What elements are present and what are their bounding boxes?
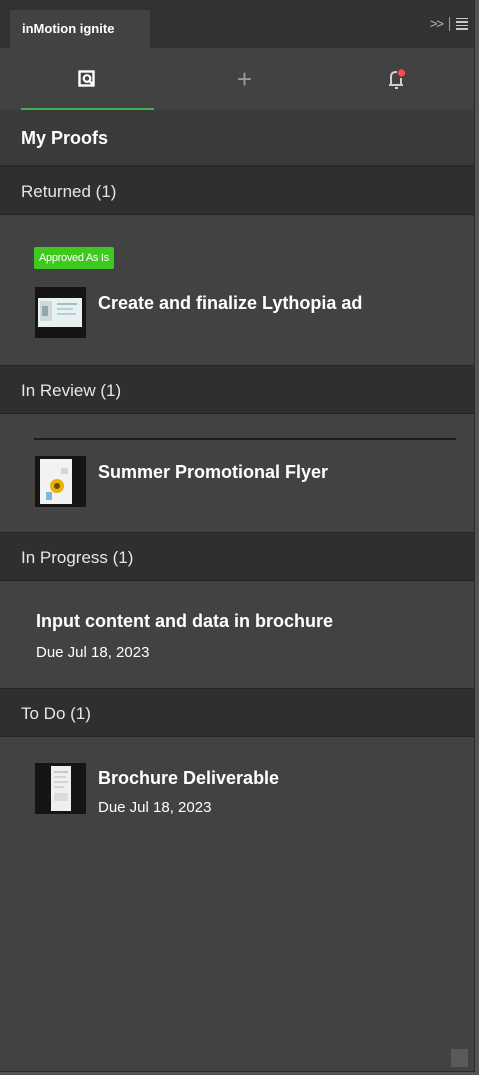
flyer-thumbnail[interactable] bbox=[35, 456, 86, 507]
task-title[interactable]: Brochure Deliverable bbox=[98, 768, 279, 789]
section-header-to-do[interactable]: To Do (1) bbox=[0, 688, 474, 737]
collapse-icon[interactable]: >> bbox=[430, 16, 444, 31]
proof-search-icon bbox=[77, 70, 95, 87]
divider bbox=[34, 438, 456, 440]
alert-dot bbox=[397, 69, 405, 77]
plus-icon: + bbox=[236, 64, 253, 94]
status-badge: Approved As Is bbox=[34, 247, 114, 269]
brochure-thumbnail-image bbox=[35, 763, 86, 814]
section-in-progress: Input content and data in brochure Due J… bbox=[0, 581, 474, 688]
bell-icon bbox=[388, 69, 405, 89]
due-date: Due Jul 18, 2023 bbox=[36, 644, 150, 661]
section-header-in-progress[interactable]: In Progress (1) bbox=[0, 532, 474, 581]
proofs-content: My Proofs Returned (1) Approved As Is Cr… bbox=[0, 110, 474, 1057]
proof-thumbnail-image bbox=[35, 287, 86, 338]
section-header-in-review[interactable]: In Review (1) bbox=[0, 365, 474, 414]
section-header-returned[interactable]: Returned (1) bbox=[0, 166, 474, 215]
task-title[interactable]: Input content and data in brochure bbox=[36, 611, 333, 632]
inmotion-panel: inMotion ignite >> + My Proofs Returned … bbox=[0, 0, 475, 1072]
resize-grip[interactable] bbox=[451, 1049, 468, 1067]
tab-notifications[interactable] bbox=[330, 48, 463, 110]
panel-menu-icon[interactable] bbox=[456, 17, 468, 30]
icon-nav: + bbox=[0, 48, 474, 110]
section-to-do: Brochure Deliverable Due Jul 18, 2023 bbox=[0, 737, 474, 1057]
proof-title[interactable]: Create and finalize Lythopia ad bbox=[98, 293, 362, 314]
controls-separator bbox=[449, 16, 450, 31]
page-title: My Proofs bbox=[0, 110, 474, 166]
tab-proofs[interactable] bbox=[21, 48, 154, 110]
due-date: Due Jul 18, 2023 bbox=[98, 799, 212, 816]
section-returned: Approved As Is Create and finalize Lytho… bbox=[0, 215, 474, 365]
panel-titlebar: inMotion ignite >> bbox=[0, 0, 474, 48]
proof-thumbnail[interactable] bbox=[35, 287, 86, 338]
brochure-thumbnail[interactable] bbox=[35, 763, 86, 814]
tab-add[interactable]: + bbox=[178, 48, 311, 110]
panel-tab[interactable]: inMotion ignite bbox=[10, 10, 150, 48]
flyer-thumbnail-image bbox=[35, 456, 86, 507]
section-in-review: Summer Promotional Flyer bbox=[0, 414, 474, 532]
titlebar-controls: >> bbox=[430, 16, 468, 31]
proof-title[interactable]: Summer Promotional Flyer bbox=[98, 462, 328, 483]
